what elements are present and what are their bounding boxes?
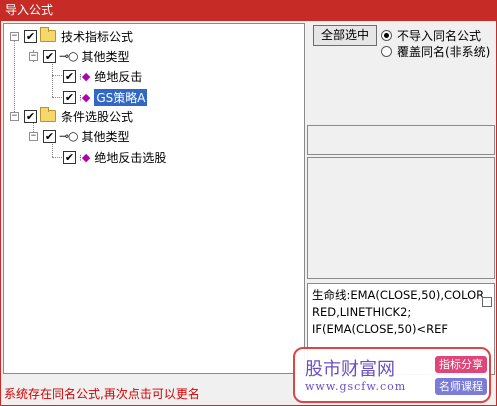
formula-icon: ⁝◆ — [79, 90, 91, 104]
tree-connector — [14, 40, 15, 116]
tree-checkbox[interactable]: ✔ — [24, 29, 37, 43]
tree-checkbox[interactable]: ✔ — [43, 49, 56, 63]
options-panel: 全部选中 不导入同名公式 覆盖同名(非系统) 生命线:EMA(CLOSE,50)… — [307, 23, 495, 375]
tree-node-label: 其他类型 — [81, 49, 130, 64]
tree-connector — [52, 61, 53, 97]
tree-node-label: 绝地反击 — [94, 69, 143, 84]
tree-connector — [52, 97, 62, 98]
tree-checkbox[interactable]: ✔ — [63, 90, 76, 104]
tree-node-other-types[interactable]: − ✔ ⊸○ 其他类型 — [29, 127, 130, 145]
tree-node-label: GS策略A — [94, 88, 148, 106]
watermark-tag: 名师课程 — [435, 378, 487, 395]
tree-node-label: 绝地反击选股 — [94, 150, 167, 165]
collapse-toggle[interactable]: − — [10, 111, 19, 121]
status-message: 系统存在同名公式,再次点击可以更名 — [4, 387, 200, 401]
tree-checkbox[interactable]: ✔ — [63, 69, 76, 83]
collapse-toggle[interactable]: − — [29, 131, 38, 141]
radio-skip-duplicates[interactable]: 不导入同名公式 — [381, 27, 481, 44]
tree-checkbox[interactable]: ✔ — [24, 109, 37, 123]
watermark-tag: 指标分享 — [435, 356, 487, 373]
tree-node-formula[interactable]: ✔ ⁝◆ 绝地反击选股 — [63, 148, 166, 166]
key-icon: ⊸○ — [59, 129, 79, 143]
collapse-toggle[interactable]: − — [10, 31, 19, 41]
tree-node-technical-indicators[interactable]: − ✔ 技术指标公式 — [10, 27, 133, 45]
tree-node-label: 其他类型 — [81, 129, 130, 144]
formula-icon: ⁝◆ — [79, 150, 91, 164]
tree-node-label: 条件选股公式 — [61, 109, 134, 124]
radio-overwrite-duplicates[interactable]: 覆盖同名(非系统) — [381, 43, 490, 60]
tree-checkbox[interactable]: ✔ — [63, 150, 76, 164]
radio-label: 不导入同名公式 — [397, 29, 482, 43]
site-watermark-logo: 股市财富网 www.gscfw.com 指标分享 名师课程 — [293, 347, 491, 403]
info-box — [307, 157, 495, 279]
title-bar: 导入公式 — [0, 0, 497, 21]
formula-tree[interactable]: − ✔ 技术指标公式 − ✔ ⊸○ 其他类型 ✔ ⁝◆ 绝地反击 ✔ ⁝◆ GS… — [3, 23, 305, 374]
tree-node-formula-selected[interactable]: ✔ ⁝◆ GS策略A — [63, 88, 148, 106]
tree-node-other-types[interactable]: − ✔ ⊸○ 其他类型 — [29, 47, 130, 65]
tree-connector — [52, 75, 62, 76]
radio-button[interactable] — [381, 46, 392, 57]
formula-icon: ⁝◆ — [79, 69, 91, 83]
description-box — [307, 125, 495, 155]
tree-node-screening-formulas[interactable]: − ✔ 条件选股公式 — [10, 107, 133, 125]
tree-connector — [52, 157, 62, 158]
radio-button[interactable] — [381, 30, 392, 41]
tree-checkbox[interactable]: ✔ — [43, 129, 56, 143]
watermark-url: www.gscfw.com — [305, 380, 407, 393]
key-icon: ⊸○ — [59, 49, 79, 63]
watermark-site-name: 股市财富网 — [305, 359, 395, 380]
tree-node-formula[interactable]: ✔ ⁝◆ 绝地反击 — [63, 67, 142, 85]
tree-node-label: 技术指标公式 — [61, 29, 134, 44]
folder-icon — [40, 107, 56, 122]
scroll-indicator[interactable] — [482, 297, 492, 307]
folder-icon — [40, 27, 56, 42]
radio-label: 覆盖同名(非系统) — [397, 45, 491, 59]
collapse-toggle[interactable]: − — [29, 51, 38, 61]
window-title: 导入公式 — [5, 3, 54, 17]
select-all-button[interactable]: 全部选中 — [313, 25, 377, 46]
